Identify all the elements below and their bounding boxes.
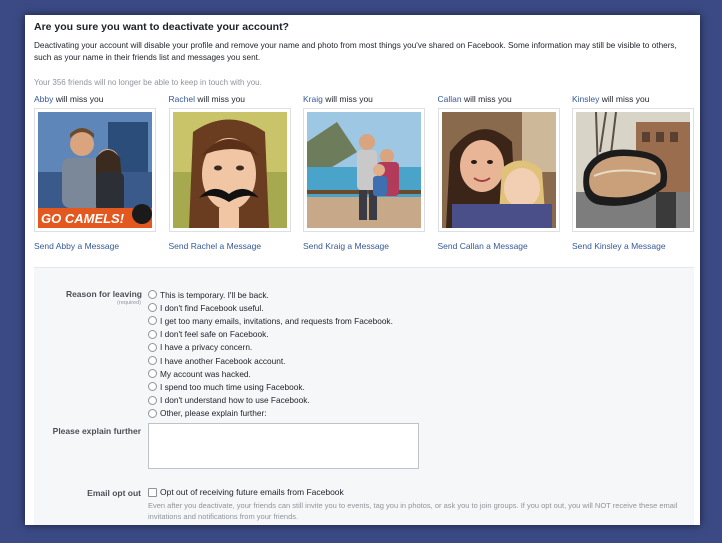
send-message-link-callan[interactable]: Send Callan a Message (438, 241, 560, 251)
radio-button[interactable] (148, 290, 157, 300)
miss-you-label: Kinsley will miss you (572, 94, 650, 104)
dialog-description: Deactivating your account will disable y… (34, 41, 677, 62)
reason-option-hacked[interactable]: My account was hacked. (148, 367, 393, 380)
reason-for-leaving-label: Reason for leaving (65, 289, 142, 299)
miss-you-label: Rachel will miss you (168, 94, 246, 104)
email-opt-out-label: Email opt out (87, 488, 141, 498)
miss-you-label: Kraig will miss you (303, 94, 373, 104)
radio-button[interactable] (148, 395, 157, 405)
friend-photo-kraig[interactable] (303, 108, 425, 232)
photo-caption: GO CAMELS! (41, 211, 125, 226)
friend-name-link[interactable]: Callan (438, 94, 462, 104)
friend-name-link[interactable]: Abby (34, 94, 53, 104)
email-opt-out-checkbox[interactable] (148, 487, 157, 497)
explain-further-label: Please explain further (52, 426, 141, 436)
radio-button[interactable] (148, 316, 157, 326)
radio-button[interactable] (148, 382, 157, 392)
friend-photo-image (576, 112, 690, 228)
deactivate-dialog: Are you sure you want to deactivate your… (25, 15, 700, 525)
friend-name-link[interactable]: Rachel (169, 94, 195, 104)
friend-card-kraig: Kraig will miss you Send Kraig a Message (303, 94, 425, 251)
explain-further-textarea[interactable] (148, 423, 419, 469)
reason-option-too-many-emails[interactable]: I get too many emails, invitations, and … (148, 314, 393, 327)
radio-button[interactable] (148, 369, 157, 379)
reason-option-other[interactable]: Other, please explain further: (148, 407, 393, 420)
email-opt-out-option[interactable]: Opt out of receiving future emails from … (148, 487, 344, 497)
friend-photo-image (441, 112, 556, 228)
dialog-title: Are you sure you want to deactivate your… (34, 21, 289, 33)
send-message-link-abby[interactable]: Send Abby a Message (34, 241, 156, 251)
friend-photo-callan[interactable] (437, 108, 560, 232)
miss-you-label: Abby will miss you (34, 94, 104, 104)
send-message-link-kraig[interactable]: Send Kraig a Message (303, 241, 425, 251)
friend-card-abby: Abby will miss you GO CAMELS! Send Abby … (34, 94, 156, 251)
radio-button[interactable] (148, 356, 157, 366)
friend-card-callan: Callan will miss you Send Callan a Messa… (437, 94, 560, 251)
friends-note: Your 356 friends will no longer be able … (34, 78, 262, 87)
friend-photo-image (172, 112, 287, 228)
required-label: (required) (117, 300, 141, 306)
reason-option-privacy[interactable]: I have a privacy concern. (148, 341, 393, 354)
radio-button[interactable] (148, 342, 157, 352)
radio-button[interactable] (148, 408, 157, 418)
friend-name-link[interactable]: Kraig (303, 94, 323, 104)
friend-photo-rachel[interactable] (168, 108, 291, 232)
friend-photo-image (307, 112, 421, 228)
reason-option-not-safe[interactable]: I don't feel safe on Facebook. (148, 328, 393, 341)
friend-card-kinsley: Kinsley will miss you Send Kinsley a Mes… (572, 94, 694, 251)
radio-button[interactable] (148, 329, 157, 339)
friend-name-link[interactable]: Kinsley (572, 94, 599, 104)
send-message-link-rachel[interactable]: Send Rachel a Message (169, 241, 291, 251)
email-opt-out-note: Even after you deactivate, your friends … (148, 501, 678, 521)
reason-option-not-useful[interactable]: I don't find Facebook useful. (148, 301, 393, 314)
miss-you-label: Callan will miss you (437, 94, 512, 104)
reason-option-dont-understand[interactable]: I don't understand how to use Facebook. (148, 394, 393, 407)
friend-photo-abby[interactable]: GO CAMELS! (34, 108, 156, 232)
reason-option-another-account[interactable]: I have another Facebook account. (148, 354, 393, 367)
send-message-link-kinsley[interactable]: Send Kinsley a Message (572, 241, 694, 251)
friend-card-rachel: Rachel will miss you Send Rachel a Messa… (168, 94, 291, 251)
reason-radio-group: This is temporary. I'll be back. I don't… (148, 288, 393, 420)
reason-option-too-much-time[interactable]: I spend too much time using Facebook. (148, 380, 393, 393)
friend-photo-kinsley[interactable] (572, 108, 694, 232)
radio-button[interactable] (148, 303, 157, 313)
friends-row: Abby will miss you GO CAMELS! Send Abby … (34, 94, 694, 251)
reason-option-temporary[interactable]: This is temporary. I'll be back. (148, 288, 393, 301)
friend-photo-image: GO CAMELS! (38, 112, 152, 228)
